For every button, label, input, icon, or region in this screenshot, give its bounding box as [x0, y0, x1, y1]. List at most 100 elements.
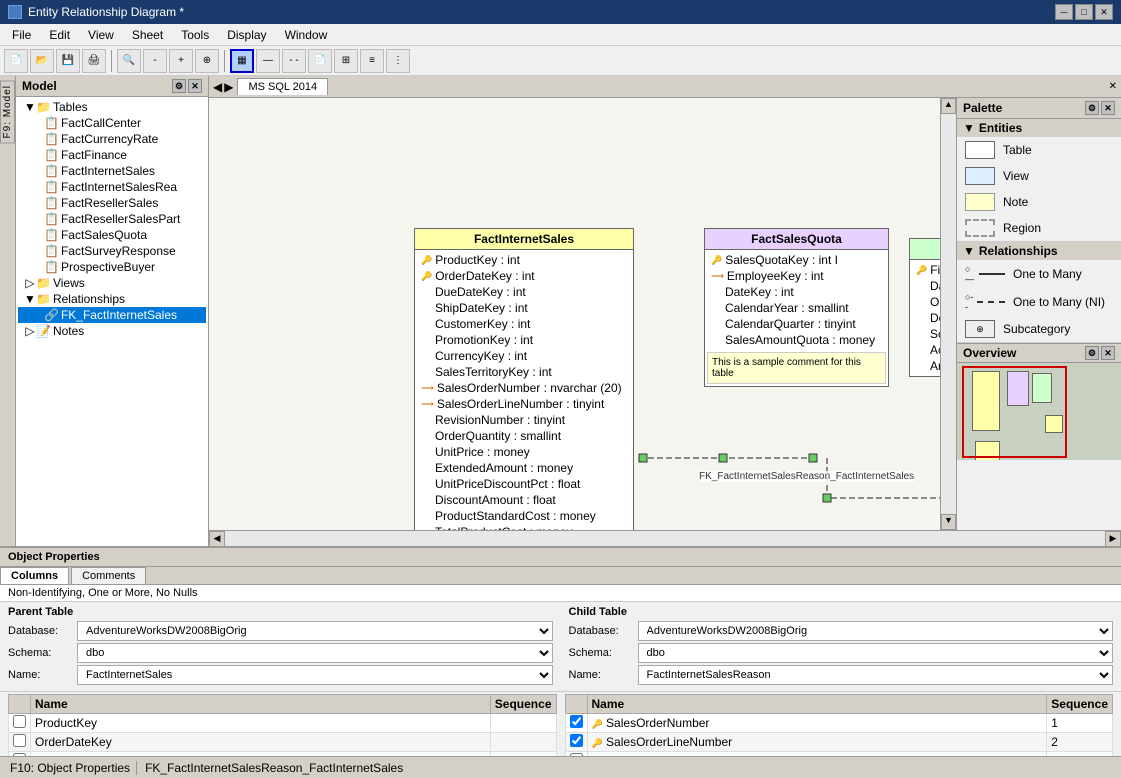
parent-schema-select[interactable]: dbo	[77, 643, 553, 663]
parent-name-duedatekey: DueDateKey	[31, 752, 491, 757]
tree-item-factresellersales[interactable]: 📋 FactResellerSales	[18, 195, 206, 211]
menu-edit[interactable]: Edit	[41, 26, 78, 44]
tree-item-views[interactable]: ▷ 📁 Views	[18, 275, 206, 291]
toolbar-line[interactable]: —	[256, 49, 280, 73]
table-fact-internet-sales[interactable]: FactInternetSales 🔑ProductKey : int 🔑Ord…	[414, 228, 634, 530]
menu-display[interactable]: Display	[219, 26, 274, 44]
parent-col-check-header	[9, 695, 31, 714]
toolbar-dashes[interactable]: - -	[282, 49, 306, 73]
model-panel-settings[interactable]: ⚙	[172, 79, 186, 93]
parent-database-select[interactable]: AdventureWorksDW2008BigOrig	[77, 621, 553, 641]
child-name-select[interactable]: FactInternetSalesReason	[638, 665, 1114, 685]
parent-check-productkey[interactable]	[13, 715, 26, 728]
menu-file[interactable]: File	[4, 26, 39, 44]
tree-label-fk: FK_FactInternetSales	[61, 308, 177, 322]
child-database-select[interactable]: AdventureWorksDW2008BigOrig	[638, 621, 1114, 641]
overview-settings-btn[interactable]: ⚙	[1085, 346, 1099, 360]
palette-panel: Palette ⚙ ✕ ▼ Entities	[956, 98, 1121, 530]
toolbar-grid[interactable]: ▦	[230, 49, 254, 73]
fcr-icon: 📋	[44, 132, 59, 146]
child-name-label: Name:	[569, 669, 634, 681]
tree-item-notes[interactable]: ▷ 📝 Notes	[18, 323, 206, 339]
toolbar-new[interactable]: 📄	[4, 49, 28, 73]
model-panel-close[interactable]: ✕	[188, 79, 202, 93]
toolbar-zoom-fit[interactable]: ⊕	[195, 49, 219, 73]
child-schema-select[interactable]: dbo	[638, 643, 1114, 663]
toolbar-print[interactable]: 🖨	[82, 49, 106, 73]
palette-item-one-to-many-ni[interactable]: ○-- One to Many (NI)	[957, 288, 1121, 316]
palette-close-btn[interactable]: ✕	[1101, 101, 1115, 115]
palette-item-note[interactable]: Note	[957, 189, 1121, 215]
pb-icon: 📋	[44, 260, 59, 274]
scrollbar-down[interactable]: ▼	[941, 514, 956, 530]
tree-item-tables[interactable]: ▼ 📁 Tables	[18, 99, 206, 115]
props-tab-columns[interactable]: Columns	[0, 567, 69, 584]
tab-next-btn[interactable]: ▶	[224, 80, 233, 94]
tab-prev-btn[interactable]: ◀	[213, 80, 222, 94]
menu-sheet[interactable]: Sheet	[124, 26, 171, 44]
tree-item-factinternetsalesrea[interactable]: 📋 FactInternetSalesRea	[18, 179, 206, 195]
tree-label-notes: Notes	[53, 324, 84, 338]
palette-item-subcategory[interactable]: ⊕ Subcategory	[957, 316, 1121, 342]
palette-item-view[interactable]: View	[957, 163, 1121, 189]
close-button[interactable]: ✕	[1095, 4, 1113, 20]
tree-item-factcallcenter[interactable]: 📋 FactCallCenter	[18, 115, 206, 131]
child-name-salesorderlinenumber: 🔑 SalesOrderLineNumber	[587, 733, 1047, 752]
toolbar-more[interactable]: ⋮	[386, 49, 410, 73]
toolbar-zoom-out[interactable]: -	[143, 49, 167, 73]
tree-item-factfinance[interactable]: 📋 FactFinance	[18, 147, 206, 163]
tab-model[interactable]: F9: Model	[0, 80, 15, 143]
palette-item-one-to-many[interactable]: ○— One to Many	[957, 260, 1121, 288]
palette-item-table[interactable]: Table	[957, 137, 1121, 163]
child-check-salesorderlinenumber[interactable]	[570, 734, 583, 747]
maximize-button[interactable]: □	[1075, 4, 1093, 20]
menu-view[interactable]: View	[80, 26, 122, 44]
palette-item-region[interactable]: Region	[957, 215, 1121, 241]
tree-item-factresellersalespart[interactable]: 📋 FactResellerSalesPart	[18, 211, 206, 227]
parent-check-orderdatekey[interactable]	[13, 734, 26, 747]
table-body-fsq: 🔑SalesQuotaKey : int I ⟶EmployeeKey : in…	[705, 250, 888, 350]
props-tab-comments[interactable]: Comments	[71, 567, 146, 584]
tree-item-factcurrencyrate[interactable]: 📋 FactCurrencyRate	[18, 131, 206, 147]
one-to-many-ni-start-icon: ○--	[965, 292, 975, 312]
minimize-button[interactable]: ─	[1055, 4, 1073, 20]
scrollbar-up[interactable]: ▲	[941, 98, 956, 114]
child-schema-label: Schema:	[569, 647, 634, 659]
tree-item-factsalesquota[interactable]: 📋 FactSalesQuota	[18, 227, 206, 243]
toolbar-table[interactable]: ⊞	[334, 49, 358, 73]
parent-name-label: Name:	[8, 669, 73, 681]
parent-name-select[interactable]: FactInternetSales	[77, 665, 553, 685]
toolbar-zoom-in[interactable]: +	[169, 49, 193, 73]
table-fact-sales-quota[interactable]: FactSalesQuota 🔑SalesQuotaKey : int I ⟶E…	[704, 228, 889, 387]
tree-expand-tables[interactable]: ▼	[24, 100, 36, 114]
rels-icon: 📁	[36, 292, 51, 306]
menu-window[interactable]: Window	[277, 26, 336, 44]
toolbar-save[interactable]: 💾	[56, 49, 80, 73]
tree-item-prospectivebuyer[interactable]: 📋 ProspectiveBuyer	[18, 259, 206, 275]
menu-bar: File Edit View Sheet Tools Display Windo…	[0, 24, 1121, 46]
toolbar-view-icon[interactable]: ≡	[360, 49, 384, 73]
status-f10: F10: Object Properties	[4, 761, 137, 775]
child-check-salesordernumber[interactable]	[570, 715, 583, 728]
menu-tools[interactable]: Tools	[173, 26, 217, 44]
overview-close-btn[interactable]: ✕	[1101, 346, 1115, 360]
hscroll-right[interactable]: ▶	[1105, 531, 1121, 547]
toolbar-zoom-out2[interactable]: 🔍	[117, 49, 141, 73]
overview-header: Overview ⚙ ✕	[957, 344, 1121, 363]
palette-settings-btn[interactable]: ⚙	[1085, 101, 1099, 115]
palette-entities-header: ▼ Entities	[957, 119, 1121, 137]
hscroll-left[interactable]: ◀	[209, 531, 225, 547]
props-tabs: Columns Comments	[0, 567, 1121, 585]
child-seq-salesreasonkey	[1047, 752, 1113, 757]
toolbar-open[interactable]: 📂	[30, 49, 54, 73]
tab-close-btn[interactable]: ✕	[1109, 81, 1117, 92]
tree-item-factinternetsales[interactable]: 📋 FactInternetSales	[18, 163, 206, 179]
toolbar-page[interactable]: 📄	[308, 49, 332, 73]
tree-item-fk-internet-sales[interactable]: 🔗 FK_FactInternetSales	[18, 307, 206, 323]
tree-item-factsurveyresponse[interactable]: 📋 FactSurveyResponse	[18, 243, 206, 259]
parent-col-name-header: Name	[31, 695, 491, 714]
model-panel: Model ⚙ ✕ ▼ 📁 Tables 📋	[16, 76, 209, 546]
tree-item-relationships[interactable]: ▼ 📁 Relationships	[18, 291, 206, 307]
parent-database-label: Database:	[8, 625, 73, 637]
diagram-tab-mssql[interactable]: MS SQL 2014	[237, 78, 328, 95]
